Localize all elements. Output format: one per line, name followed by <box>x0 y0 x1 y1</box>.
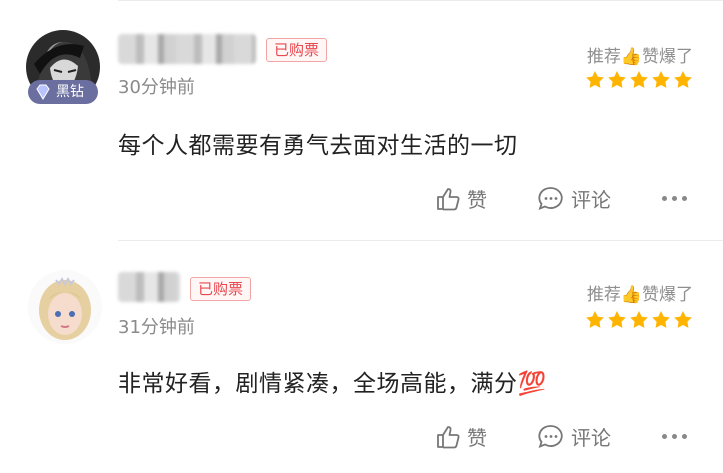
avatar[interactable] <box>28 270 102 344</box>
recommend-label: 推荐👍赞爆了 <box>586 47 693 67</box>
review-item: 黑钻 已购票 30分钟前 推荐👍赞爆了 每个人都需要有勇气去面对生活的一切 赞 … <box>0 0 723 240</box>
like-button[interactable]: 赞 <box>435 184 487 213</box>
username-blurred[interactable] <box>118 34 256 64</box>
comment-button[interactable]: 评论 <box>537 422 611 451</box>
like-button[interactable]: 赞 <box>435 422 487 451</box>
avatar-art <box>39 277 91 340</box>
more-options-icon[interactable] <box>662 434 687 439</box>
rating-stars <box>585 310 693 330</box>
purchased-badge: 已购票 <box>190 277 252 301</box>
star-icon <box>652 71 670 88</box>
like-label: 赞 <box>467 188 487 212</box>
review-time: 31分钟前 <box>118 317 195 338</box>
star-icon <box>630 311 648 328</box>
purchased-badge: 已购票 <box>266 38 328 62</box>
comment-icon <box>538 186 563 210</box>
review-time: 30分钟前 <box>118 77 195 98</box>
recommend-label: 推荐👍赞爆了 <box>586 285 693 305</box>
star-icon <box>674 71 692 88</box>
diamond-icon <box>36 84 50 100</box>
comment-icon <box>538 424 563 448</box>
comment-label: 评论 <box>571 188 611 212</box>
comment-button[interactable]: 评论 <box>537 184 611 213</box>
username-blurred[interactable] <box>118 272 180 302</box>
star-icon <box>608 311 626 328</box>
star-icon <box>674 311 692 328</box>
rating-stars <box>585 70 693 90</box>
thumbs-up-icon <box>437 187 460 210</box>
thumbs-up-icon <box>437 425 460 448</box>
review-content: 非常好看，剧情紧凑，全场高能，满分💯 <box>118 371 547 397</box>
review-item: 已购票 31分钟前 推荐👍赞爆了 非常好看，剧情紧凑，全场高能，满分💯 赞 评论 <box>0 240 723 473</box>
like-label: 赞 <box>467 426 487 450</box>
star-icon <box>586 71 604 88</box>
star-icon <box>586 311 604 328</box>
review-content: 每个人都需要有勇气去面对生活的一切 <box>118 133 518 159</box>
star-icon <box>652 311 670 328</box>
vip-badge-label: 黑钻 <box>56 84 84 100</box>
comment-label: 评论 <box>571 426 611 450</box>
vip-badge: 黑钻 <box>28 80 98 104</box>
more-options-icon[interactable] <box>662 196 687 201</box>
star-icon <box>608 71 626 88</box>
star-icon <box>630 71 648 88</box>
